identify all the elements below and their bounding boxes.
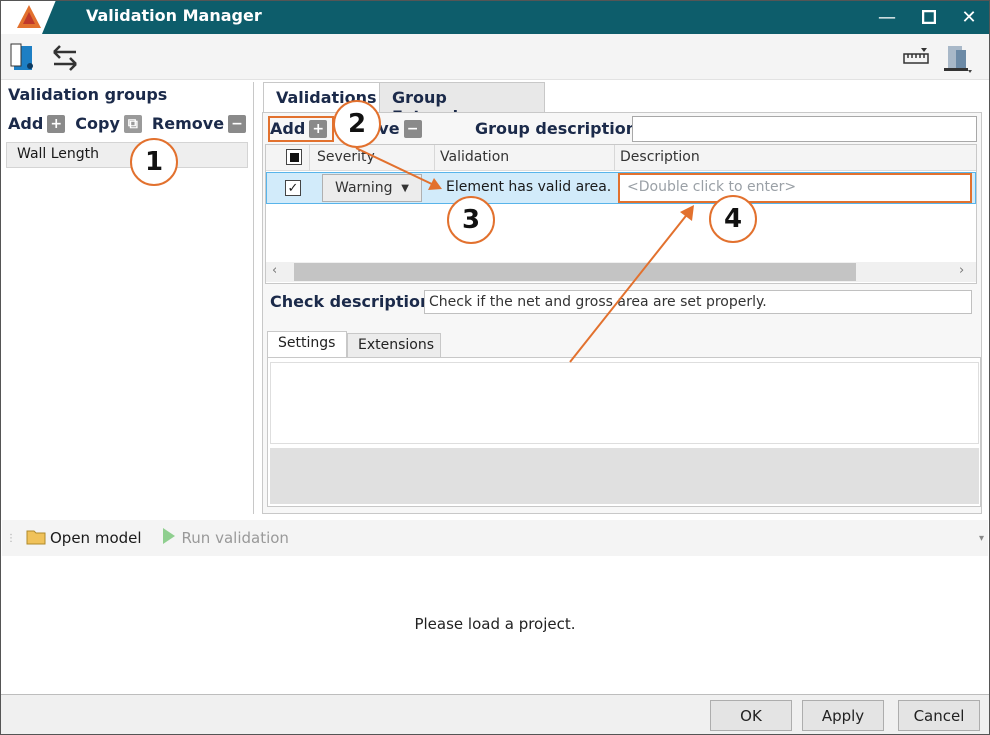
settings-content xyxy=(270,362,979,444)
apply-button[interactable]: Apply xyxy=(802,700,884,731)
status-message: Please load a project. xyxy=(414,615,576,633)
group-description-input[interactable] xyxy=(632,116,977,142)
bottom-toolbar: ⋮ Open model Run validation ▾ xyxy=(2,520,988,556)
severity-value: Warning xyxy=(335,180,393,196)
scrollbar-thumb[interactable] xyxy=(294,263,856,281)
remove-group-label[interactable]: Remove xyxy=(152,114,224,133)
annotation-2: 2 xyxy=(333,100,381,148)
copy-icon[interactable]: ⧉ xyxy=(123,114,142,133)
run-validation-button[interactable]: Run validation xyxy=(182,529,289,547)
annotation-1: 1 xyxy=(130,138,178,186)
minimize-button[interactable]: — xyxy=(872,2,902,32)
group-description-label: Group description: xyxy=(475,119,644,138)
scroll-right-icon[interactable]: › xyxy=(959,263,964,278)
settings-footer-area xyxy=(270,448,979,504)
ok-button[interactable]: OK xyxy=(710,700,792,731)
maximize-icon xyxy=(922,10,936,24)
grip-icon: ⋮ xyxy=(6,532,16,544)
minus-icon[interactable]: − xyxy=(228,114,247,133)
close-button[interactable]: ✕ xyxy=(954,2,984,32)
cancel-button[interactable]: Cancel xyxy=(898,700,980,731)
maximize-button[interactable] xyxy=(914,2,944,32)
folder-icon[interactable] xyxy=(26,527,46,549)
column-description[interactable]: Description xyxy=(620,149,700,165)
tab-extensions[interactable]: Extensions xyxy=(347,333,441,358)
row-checkbox[interactable]: ✓ xyxy=(285,180,301,196)
minus-icon[interactable]: − xyxy=(403,119,422,138)
tab-group-extensions[interactable]: Group Extensions xyxy=(379,82,545,126)
building-icon[interactable] xyxy=(942,42,974,78)
check-description-label: Check description: xyxy=(270,292,438,311)
chevron-down-icon: ▼ xyxy=(401,182,409,194)
check-description-input[interactable]: Check if the net and gross area are set … xyxy=(424,290,972,314)
open-model-button[interactable]: Open model xyxy=(50,529,142,547)
description-cell[interactable]: <Double click to enter> xyxy=(618,173,972,203)
column-severity[interactable]: Severity xyxy=(317,149,375,165)
copy-group-label[interactable]: Copy xyxy=(75,114,120,133)
grid-header: Severity Validation Description xyxy=(266,145,976,171)
annotation-4: 4 xyxy=(709,195,757,243)
validation-groups-header: Validation groups xyxy=(8,85,168,104)
swap-arrows-icon[interactable] xyxy=(50,44,80,76)
window-title: Validation Manager xyxy=(86,6,262,25)
select-all-checkbox[interactable] xyxy=(286,149,302,166)
tab-settings[interactable]: Settings xyxy=(267,331,347,358)
add-highlight xyxy=(268,116,334,142)
group-tools: Add + Copy ⧉ Remove − xyxy=(8,114,252,133)
add-group-label[interactable]: Add xyxy=(8,114,43,133)
toolbar xyxy=(0,34,990,80)
model-file-icon[interactable] xyxy=(10,42,38,76)
overflow-icon[interactable]: ▾ xyxy=(979,533,984,544)
ruler-settings-icon[interactable] xyxy=(903,46,931,70)
play-icon xyxy=(162,527,176,549)
scroll-left-icon[interactable]: ‹ xyxy=(272,263,277,278)
validation-name: Element has valid area. xyxy=(446,179,612,195)
severity-select[interactable]: Warning ▼ xyxy=(322,174,422,202)
column-validation[interactable]: Validation xyxy=(440,149,509,165)
plus-icon[interactable]: + xyxy=(47,114,66,133)
list-item[interactable]: Wall Length xyxy=(6,142,248,168)
app-logo-icon xyxy=(17,5,41,28)
annotation-3: 3 xyxy=(447,196,495,244)
